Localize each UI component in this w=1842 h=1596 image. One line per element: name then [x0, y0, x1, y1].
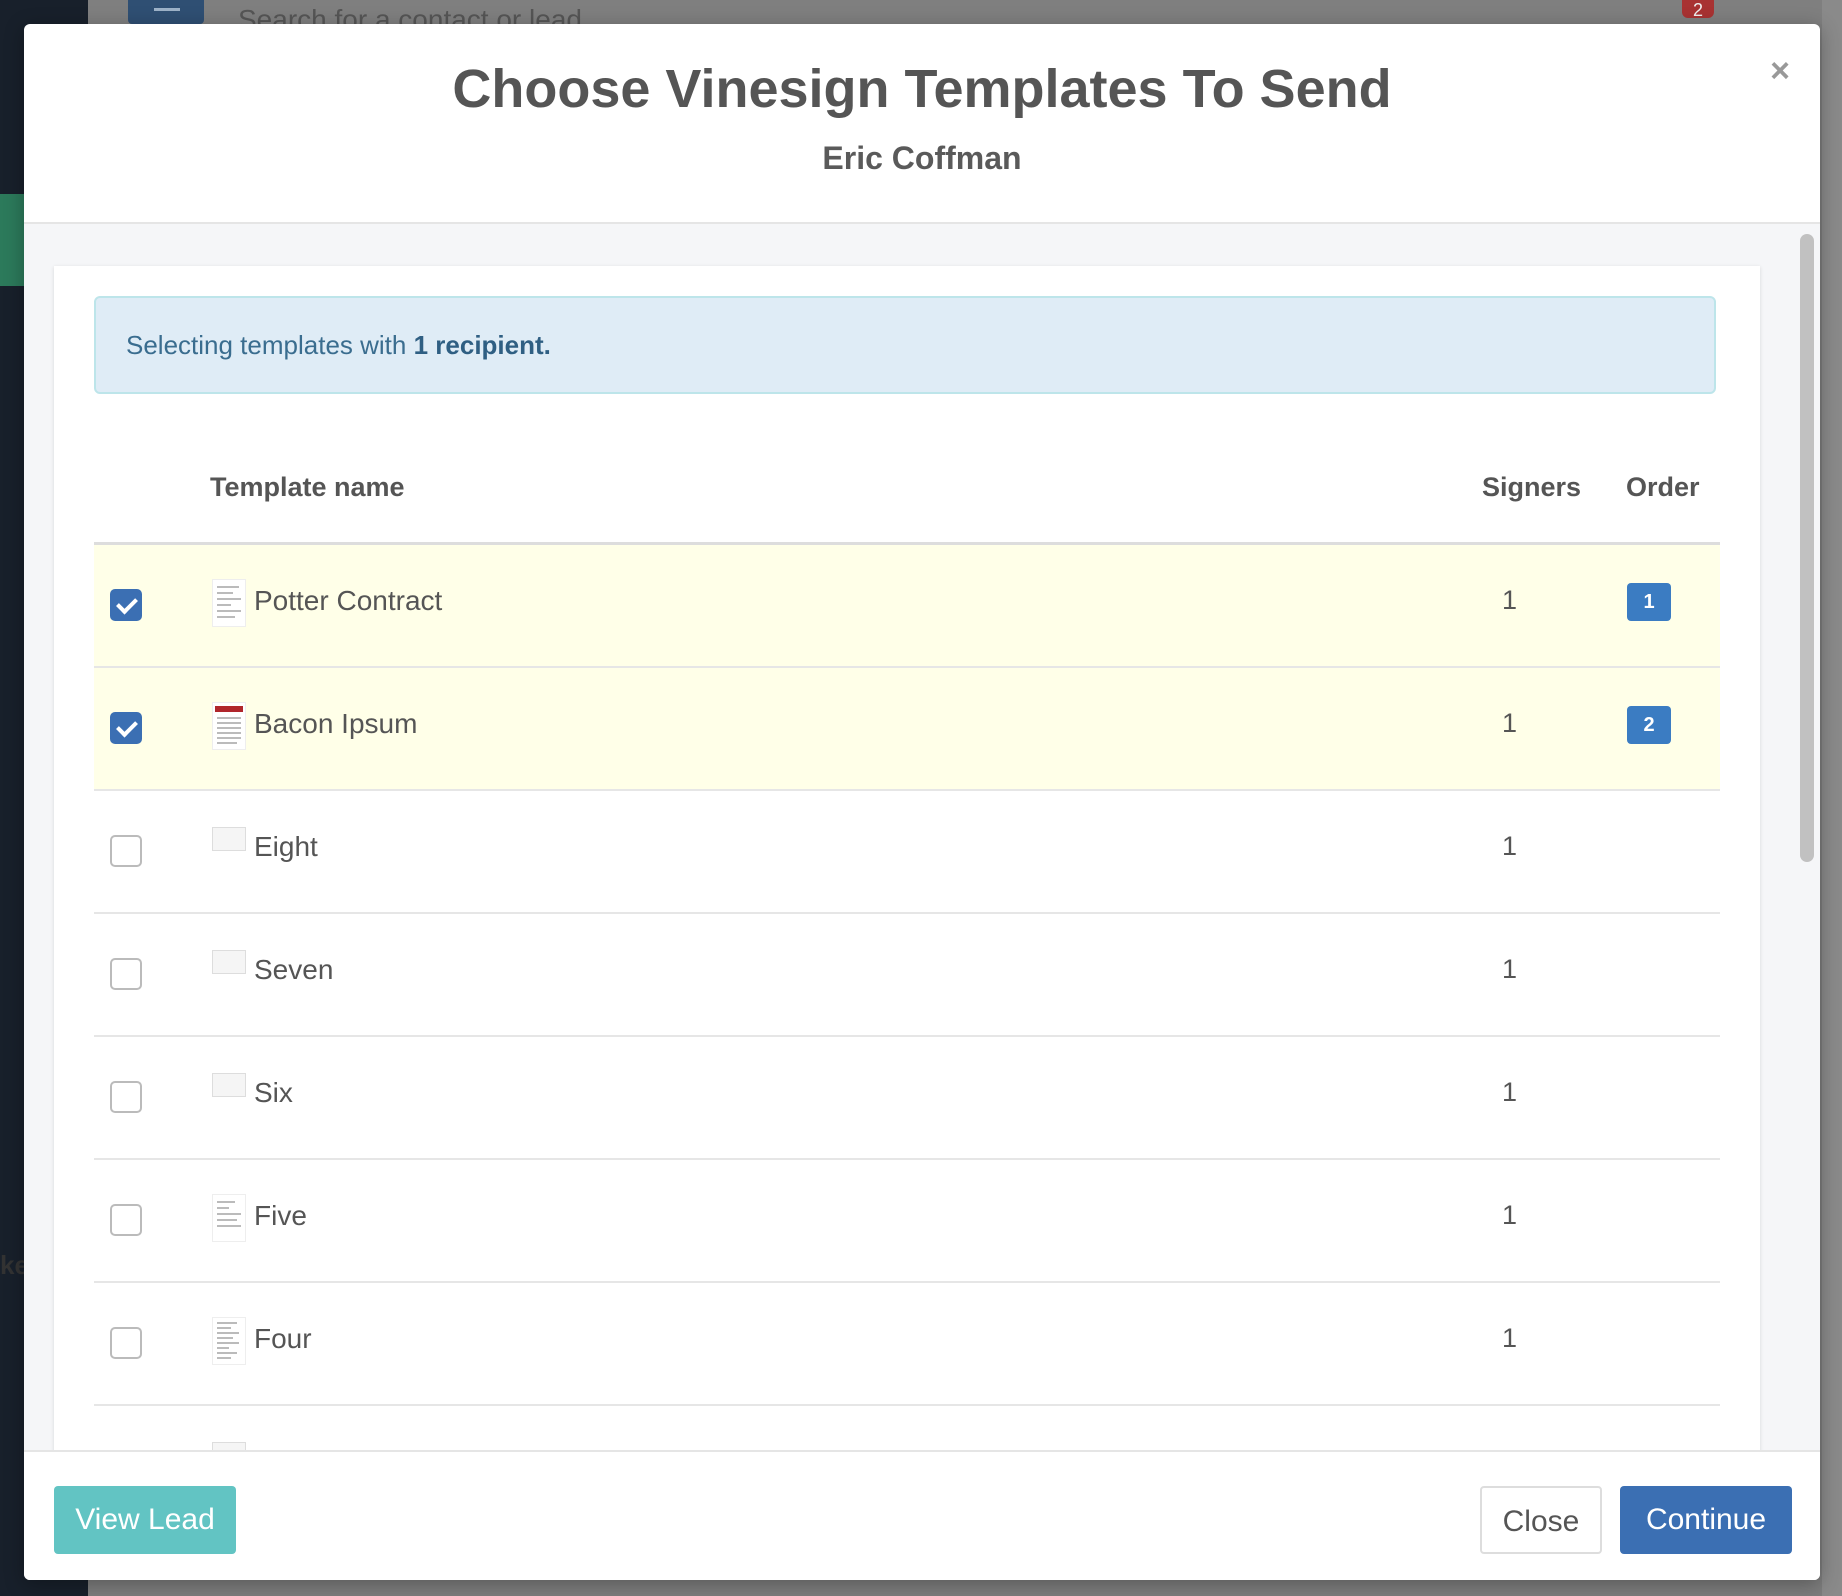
document-thumbnail-icon — [212, 579, 246, 627]
order-badge: 2 — [1627, 706, 1671, 744]
row-checkbox[interactable] — [110, 1327, 142, 1359]
signer-count: 1 — [1502, 1200, 1518, 1230]
header-signers[interactable]: Signers — [1482, 472, 1581, 503]
table-row[interactable]: Seven 1 — [94, 914, 1720, 1037]
alert-text: Selecting templates with — [126, 330, 414, 360]
template-name: Eight — [254, 831, 318, 862]
signer-count: 1 — [1502, 585, 1518, 615]
template-name: Four — [254, 1323, 312, 1354]
modal-header: Choose Vinesign Templates To Send Eric C… — [24, 24, 1820, 224]
template-name: Bacon Ipsum — [254, 708, 418, 739]
continue-button[interactable]: Continue — [1620, 1486, 1792, 1554]
modal-scrollbar-thumb[interactable] — [1800, 234, 1814, 862]
templates-table-body: Potter Contract 1 1 Bacon Ipsum 1 2 Eigh… — [94, 545, 1720, 1450]
template-name: Six — [254, 1077, 293, 1108]
modal-title: Choose Vinesign Templates To Send — [452, 59, 1392, 119]
row-checkbox[interactable] — [110, 958, 142, 990]
signer-count: 1 — [1502, 1077, 1518, 1107]
row-checkbox[interactable] — [110, 1081, 142, 1113]
template-name: Potter Contract — [254, 585, 443, 616]
table-row[interactable]: Six 1 — [94, 1037, 1720, 1160]
view-lead-button[interactable]: View Lead — [54, 1486, 236, 1554]
document-thumbnail-icon — [212, 1442, 246, 1450]
table-row[interactable] — [94, 1406, 1720, 1450]
background-menu-button — [128, 0, 204, 24]
table-row[interactable]: Bacon Ipsum 1 2 — [94, 668, 1720, 791]
recipient-alert: Selecting templates with 1 recipient. — [94, 296, 1716, 394]
signer-count: 1 — [1502, 708, 1518, 738]
table-row[interactable]: Five 1 — [94, 1160, 1720, 1283]
background-notification-badge: 2 — [1682, 0, 1714, 20]
signer-count: 1 — [1502, 1323, 1518, 1353]
row-checkbox[interactable] — [110, 712, 142, 744]
document-thumbnail-icon — [212, 1073, 246, 1097]
table-row[interactable]: Potter Contract 1 1 — [94, 545, 1720, 668]
header-template-name[interactable]: Template name — [210, 472, 405, 503]
templates-modal: Choose Vinesign Templates To Send Eric C… — [24, 24, 1820, 1580]
table-row[interactable]: Four 1 — [94, 1283, 1720, 1406]
modal-footer: View Lead Close Continue — [24, 1450, 1820, 1580]
table-header: Template name Signers Order — [94, 436, 1720, 545]
background-right-panel — [1822, 0, 1842, 1596]
templates-panel: Selecting templates with 1 recipient. Te… — [54, 266, 1760, 1450]
table-row[interactable]: Eight 1 — [94, 791, 1720, 914]
row-checkbox[interactable] — [110, 1204, 142, 1236]
order-badge: 1 — [1627, 583, 1671, 621]
header-order[interactable]: Order — [1626, 472, 1700, 503]
row-checkbox[interactable] — [110, 835, 142, 867]
signer-count: 1 — [1502, 954, 1518, 984]
document-thumbnail-icon — [212, 1194, 246, 1242]
document-thumbnail-icon — [212, 1317, 246, 1365]
document-thumbnail-icon — [212, 702, 246, 750]
modal-subtitle: Eric Coffman — [822, 140, 1022, 176]
row-checkbox[interactable] — [110, 589, 142, 621]
document-thumbnail-icon — [212, 827, 246, 851]
template-name: Seven — [254, 954, 334, 985]
close-button[interactable]: Close — [1480, 1486, 1602, 1554]
close-icon[interactable]: × — [1770, 54, 1790, 88]
template-name: Five — [254, 1200, 307, 1231]
signer-count: 1 — [1502, 831, 1518, 861]
document-thumbnail-icon — [212, 950, 246, 974]
alert-recipient-count: 1 recipient. — [413, 330, 551, 360]
modal-body: Selecting templates with 1 recipient. Te… — [24, 224, 1820, 1450]
hamburger-icon — [154, 8, 180, 11]
